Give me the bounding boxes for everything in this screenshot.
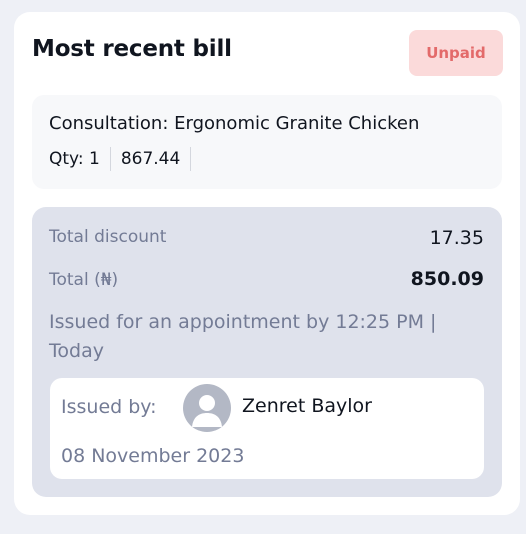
discount-label: Total discount: [49, 227, 167, 247]
issued-note: Issued for an appointment by 12:25 PM | …: [49, 311, 437, 362]
issuer-name: Zenret Baylor: [242, 395, 372, 417]
status-badge: Unpaid: [409, 30, 503, 76]
discount-value: 17.35: [429, 227, 484, 249]
bill-summary: Total discount 17.35 Total (₦) 850.09 Is…: [32, 207, 502, 497]
user-avatar-icon: [183, 384, 231, 432]
most-recent-bill-card: Most recent bill Unpaid Consultation: Er…: [14, 12, 520, 515]
bill-item: Consultation: Ergonomic Granite Chicken …: [32, 95, 502, 189]
item-meta: Qty: 1 867.44: [49, 147, 201, 171]
meta-divider: [109, 147, 111, 171]
total-label: Total (₦): [49, 270, 119, 290]
item-amount: 867.44: [120, 149, 181, 169]
issue-date: 08 November 2023: [61, 445, 245, 467]
item-name: Consultation: Ergonomic Granite Chicken: [49, 113, 420, 134]
total-value: 850.09: [410, 268, 484, 290]
item-quantity: Qty: 1: [49, 149, 100, 169]
issuer-card: Issued by: Zenret Baylor 08 November 202…: [50, 378, 484, 479]
meta-divider: [190, 147, 192, 171]
card-title: Most recent bill: [32, 36, 232, 62]
issued-by-label: Issued by:: [61, 396, 157, 418]
